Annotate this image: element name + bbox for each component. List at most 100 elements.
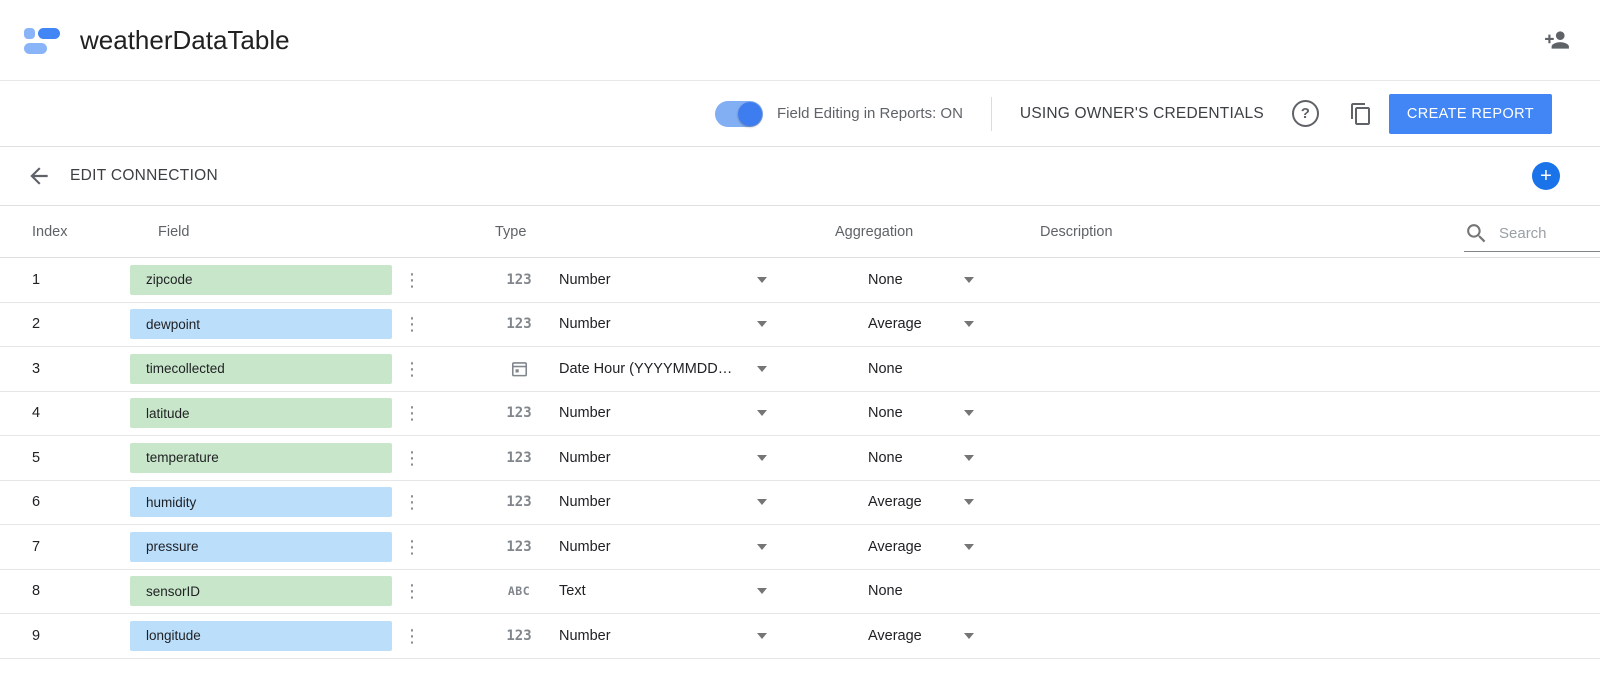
field-name: timecollected: [146, 361, 225, 376]
type-dropdown-arrow-icon: [757, 633, 767, 639]
aggregation-dropdown-arrow-icon: [964, 633, 974, 639]
field-menu-icon[interactable]: ⋮: [403, 538, 419, 556]
field-menu-icon[interactable]: ⋮: [403, 493, 419, 511]
number-type-icon: 123: [506, 272, 531, 288]
help-icon: ?: [1301, 105, 1310, 122]
toolbar: Field Editing in Reports: ON USING OWNER…: [0, 81, 1600, 147]
table-row: 9 longitude ⋮ 123 Number Ave: [0, 614, 1600, 659]
type-select[interactable]: Number: [559, 450, 767, 466]
search-input[interactable]: [1499, 225, 1577, 242]
aggregation-select[interactable]: Average: [868, 539, 974, 555]
field-name: pressure: [146, 539, 199, 554]
table-body: 1 zipcode ⋮ 123 Number None: [0, 258, 1600, 659]
search-icon[interactable]: [1464, 221, 1489, 246]
field-name: latitude: [146, 406, 190, 421]
type-dropdown-arrow-icon: [757, 455, 767, 461]
aggregation-value: Average: [868, 539, 922, 555]
type-select[interactable]: Number: [559, 539, 767, 555]
type-dropdown-arrow-icon: [757, 277, 767, 283]
row-index: 6: [32, 494, 130, 510]
type-dropdown-arrow-icon: [757, 410, 767, 416]
field-chip[interactable]: latitude: [130, 398, 392, 428]
type-select[interactable]: Number: [559, 405, 767, 421]
aggregation-value: None: [868, 450, 903, 466]
field-name: sensorID: [146, 584, 200, 599]
table-row: 8 sensorID ⋮ ABC Text None: [0, 570, 1600, 615]
row-index: 2: [32, 316, 130, 332]
table-row: 7 pressure ⋮ 123 Number Aver: [0, 525, 1600, 570]
aggregation-select[interactable]: Average: [868, 494, 974, 510]
aggregation-select[interactable]: None: [868, 450, 974, 466]
type-select[interactable]: Text: [559, 583, 767, 599]
field-name: humidity: [146, 495, 196, 510]
calendar-icon: [510, 359, 529, 378]
field-chip[interactable]: pressure: [130, 532, 392, 562]
copy-icon: [1349, 102, 1373, 126]
row-index: 3: [32, 361, 130, 377]
field-chip[interactable]: humidity: [130, 487, 392, 517]
field-name: zipcode: [146, 272, 193, 287]
edit-connection-label: EDIT CONNECTION: [70, 167, 218, 185]
field-chip[interactable]: sensorID: [130, 576, 392, 606]
share-add-person-button[interactable]: [1544, 27, 1570, 53]
type-select[interactable]: Number: [559, 628, 767, 644]
row-index: 9: [32, 628, 130, 644]
column-header-field: Field: [130, 224, 430, 240]
create-report-button[interactable]: CREATE REPORT: [1389, 94, 1552, 134]
column-header-aggregation: Aggregation: [830, 224, 1040, 240]
type-select[interactable]: Number: [559, 316, 767, 332]
table-row: 4 latitude ⋮ 123 Number None: [0, 392, 1600, 437]
field-menu-icon[interactable]: ⋮: [403, 627, 419, 645]
field-chip[interactable]: timecollected: [130, 354, 392, 384]
type-value: Text: [559, 583, 586, 599]
number-type-icon: 123: [506, 316, 531, 332]
aggregation-select[interactable]: None: [868, 361, 974, 377]
field-menu-icon[interactable]: ⋮: [403, 404, 419, 422]
aggregation-select[interactable]: None: [868, 405, 974, 421]
table-row: 5 temperature ⋮ 123 Number N: [0, 436, 1600, 481]
table-row: 2 dewpoint ⋮ 123 Number Aver: [0, 303, 1600, 348]
table-header: Index Field Type Aggregation Description: [0, 206, 1600, 258]
copy-datasource-button[interactable]: [1349, 102, 1373, 126]
back-button[interactable]: [26, 163, 52, 189]
field-chip[interactable]: temperature: [130, 443, 392, 473]
aggregation-value: Average: [868, 316, 922, 332]
field-menu-icon[interactable]: ⋮: [403, 582, 419, 600]
field-menu-icon[interactable]: ⋮: [403, 315, 419, 333]
number-type-icon: 123: [506, 628, 531, 644]
aggregation-select[interactable]: None: [868, 583, 974, 599]
type-value: Number: [559, 539, 611, 555]
type-select[interactable]: Number: [559, 494, 767, 510]
aggregation-value: None: [868, 361, 903, 377]
person-add-icon: [1544, 27, 1570, 53]
field-chip[interactable]: zipcode: [130, 265, 392, 295]
toolbar-divider: [991, 97, 992, 131]
field-chip[interactable]: dewpoint: [130, 309, 392, 339]
table-row: 3 timecollected ⋮ Date Hour (YYYYMMDD…: [0, 347, 1600, 392]
aggregation-select[interactable]: Average: [868, 316, 974, 332]
add-field-button[interactable]: +: [1532, 162, 1560, 190]
field-menu-icon[interactable]: ⋮: [403, 271, 419, 289]
row-index: 1: [32, 272, 130, 288]
type-select[interactable]: Date Hour (YYYYMMDD…: [559, 361, 767, 377]
aggregation-select[interactable]: Average: [868, 628, 974, 644]
number-type-icon: 123: [506, 539, 531, 555]
field-menu-icon[interactable]: ⋮: [403, 449, 419, 467]
type-dropdown-arrow-icon: [757, 499, 767, 505]
type-dropdown-arrow-icon: [757, 544, 767, 550]
aggregation-value: Average: [868, 494, 922, 510]
field-name: temperature: [146, 450, 219, 465]
type-dropdown-arrow-icon: [757, 321, 767, 327]
column-header-index: Index: [32, 224, 130, 240]
table-row: 6 humidity ⋮ 123 Number Aver: [0, 481, 1600, 526]
field-editing-toggle[interactable]: [715, 101, 763, 127]
type-value: Number: [559, 450, 611, 466]
aggregation-select[interactable]: None: [868, 272, 974, 288]
type-select[interactable]: Number: [559, 272, 767, 288]
help-button[interactable]: ?: [1292, 100, 1319, 127]
row-index: 7: [32, 539, 130, 555]
field-chip[interactable]: longitude: [130, 621, 392, 651]
number-type-icon: 123: [506, 450, 531, 466]
field-menu-icon[interactable]: ⋮: [403, 360, 419, 378]
aggregation-value: Average: [868, 628, 922, 644]
